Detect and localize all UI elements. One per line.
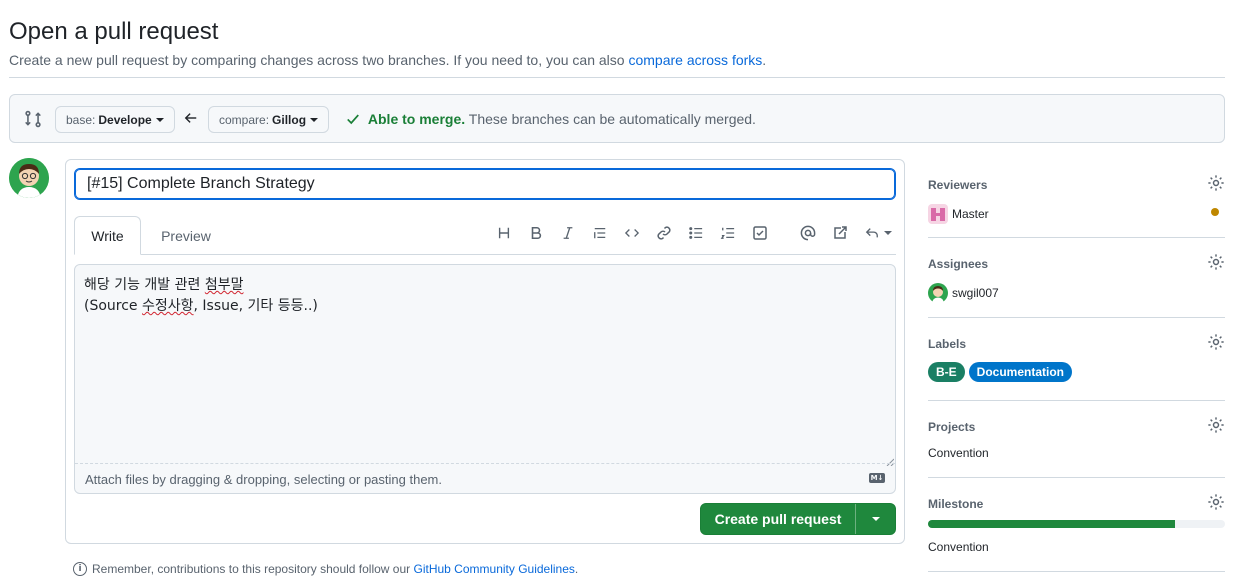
sidebar-divider — [928, 317, 1225, 318]
sidebar-divider — [928, 400, 1225, 401]
base-label: base: — [66, 112, 96, 127]
markdown-icon[interactable]: M↓ — [869, 473, 885, 483]
sidebar-milestone: Milestone Convention — [928, 494, 1225, 554]
chevron-down-icon — [310, 117, 319, 122]
reply-icon[interactable] — [862, 223, 894, 243]
compare-across-forks-link[interactable]: compare across forks — [628, 52, 762, 68]
projects-heading[interactable]: Projects — [928, 420, 1225, 434]
reviewer-name: Master — [952, 207, 989, 221]
sidebar-assignees: Assignees swgil007 — [928, 254, 1225, 303]
mention-icon[interactable] — [798, 223, 818, 243]
git-compare-icon — [24, 110, 42, 128]
task-list-icon[interactable] — [750, 223, 770, 243]
compare-bar: base: Develope compare: Gillog Able to m… — [9, 94, 1225, 143]
label-documentation[interactable]: Documentation — [968, 362, 1073, 382]
create-pull-request-label[interactable]: Create pull request — [701, 504, 855, 534]
chevron-down-icon — [884, 231, 892, 235]
assignee-item[interactable]: swgil007 — [928, 283, 1225, 303]
compare-label: compare: — [219, 112, 270, 127]
pending-dot-icon — [1211, 208, 1219, 216]
italic-icon[interactable] — [558, 223, 578, 243]
label-be[interactable]: B-E — [928, 362, 965, 382]
code-icon[interactable] — [622, 223, 642, 243]
tab-preview[interactable]: Preview — [150, 216, 222, 255]
sidebar-labels: Labels B-E Documentation — [928, 334, 1225, 382]
link-icon[interactable] — [654, 223, 674, 243]
gear-icon[interactable] — [1207, 174, 1225, 192]
info-icon: i — [73, 562, 87, 576]
title-input[interactable] — [74, 168, 896, 200]
base-branch-select[interactable]: base: Develope — [55, 106, 175, 133]
milestone-progress-fill — [928, 520, 1175, 528]
sidebar-divider — [928, 237, 1225, 238]
assignees-heading[interactable]: Assignees — [928, 257, 1225, 271]
reviewers-heading[interactable]: Reviewers — [928, 178, 1225, 192]
body-line2-misspelled: 수정사항 — [142, 298, 194, 314]
assignee-name: swgil007 — [952, 286, 999, 300]
gear-icon[interactable] — [1207, 416, 1225, 434]
gear-icon[interactable] — [1207, 253, 1225, 271]
avatar[interactable] — [9, 158, 49, 198]
subtitle-end: . — [762, 52, 767, 68]
body-line1-misspelled: 첨부말 — [204, 277, 244, 293]
comment-body-editor[interactable]: 해당 기능 개발 관련 첨부말 (Source 수정사항, Issue, 기타 … — [74, 264, 896, 494]
body-text[interactable]: 해당 기능 개발 관련 첨부말 (Source 수정사항, Issue, 기타 … — [84, 275, 318, 317]
body-line2-tail: , Issue, 기타 등등..) — [193, 298, 318, 314]
quote-icon[interactable] — [590, 223, 610, 243]
sidebar-reviewers: Reviewers Master — [928, 175, 1225, 224]
body-line1-text: 해당 기능 개발 관련 — [84, 277, 205, 293]
ordered-list-icon[interactable] — [718, 223, 738, 243]
sidebar-divider — [928, 571, 1225, 572]
reference-icon[interactable] — [830, 223, 850, 243]
base-branch-name: Develope — [98, 112, 152, 127]
chevron-down-icon — [871, 517, 880, 521]
gear-icon[interactable] — [1207, 493, 1225, 511]
chevron-down-icon — [155, 117, 164, 122]
sidebar-divider — [928, 477, 1225, 478]
subtitle-text: Create a new pull request by comparing c… — [9, 52, 625, 68]
community-guidelines-note: i Remember, contributions to this reposi… — [73, 562, 578, 576]
milestone-progress-bar — [928, 520, 1225, 528]
merge-status-label: Able to merge. — [367, 111, 466, 127]
attach-files-hint: Attach files by dragging & dropping, sel… — [85, 472, 442, 487]
merge-status: Able to merge. These branches can be aut… — [346, 111, 756, 129]
community-guidelines-link[interactable]: GitHub Community Guidelines — [414, 562, 575, 576]
page-subtitle: Create a new pull request by comparing c… — [9, 52, 766, 68]
arrow-left-icon — [184, 111, 200, 127]
resize-handle-icon[interactable] — [886, 453, 895, 467]
divider — [9, 77, 1225, 78]
compare-branch-name: Gillog — [272, 112, 307, 127]
remember-text: Remember, contributions to this reposito… — [92, 562, 411, 576]
heading-icon[interactable] — [494, 223, 514, 243]
avatar — [928, 204, 948, 224]
milestone-heading[interactable]: Milestone — [928, 497, 1225, 511]
reviewer-item[interactable]: Master — [928, 204, 1225, 224]
page-title: Open a pull request — [9, 18, 219, 45]
sidebar-projects: Projects Convention — [928, 417, 1225, 460]
remember-end: . — [574, 562, 579, 576]
unordered-list-icon[interactable] — [686, 223, 706, 243]
labels-heading[interactable]: Labels — [928, 337, 1225, 351]
gear-icon[interactable] — [1207, 333, 1225, 351]
project-item[interactable]: Convention — [928, 446, 1225, 460]
bold-icon[interactable] — [526, 223, 546, 243]
attach-files-bar[interactable]: Attach files by dragging & dropping, sel… — [75, 463, 895, 493]
labels-list: B-E Documentation — [928, 362, 1225, 382]
create-pull-request-button[interactable]: Create pull request — [700, 503, 896, 535]
avatar — [928, 283, 948, 303]
milestone-item[interactable]: Convention — [928, 540, 1225, 554]
merge-status-message: These branches can be automatically merg… — [468, 111, 756, 127]
create-options-dropdown[interactable] — [856, 504, 895, 534]
compare-branch-select[interactable]: compare: Gillog — [208, 106, 330, 133]
body-line2-text: (Source — [84, 298, 142, 314]
tab-write[interactable]: Write — [74, 216, 141, 255]
check-icon — [346, 112, 360, 129]
